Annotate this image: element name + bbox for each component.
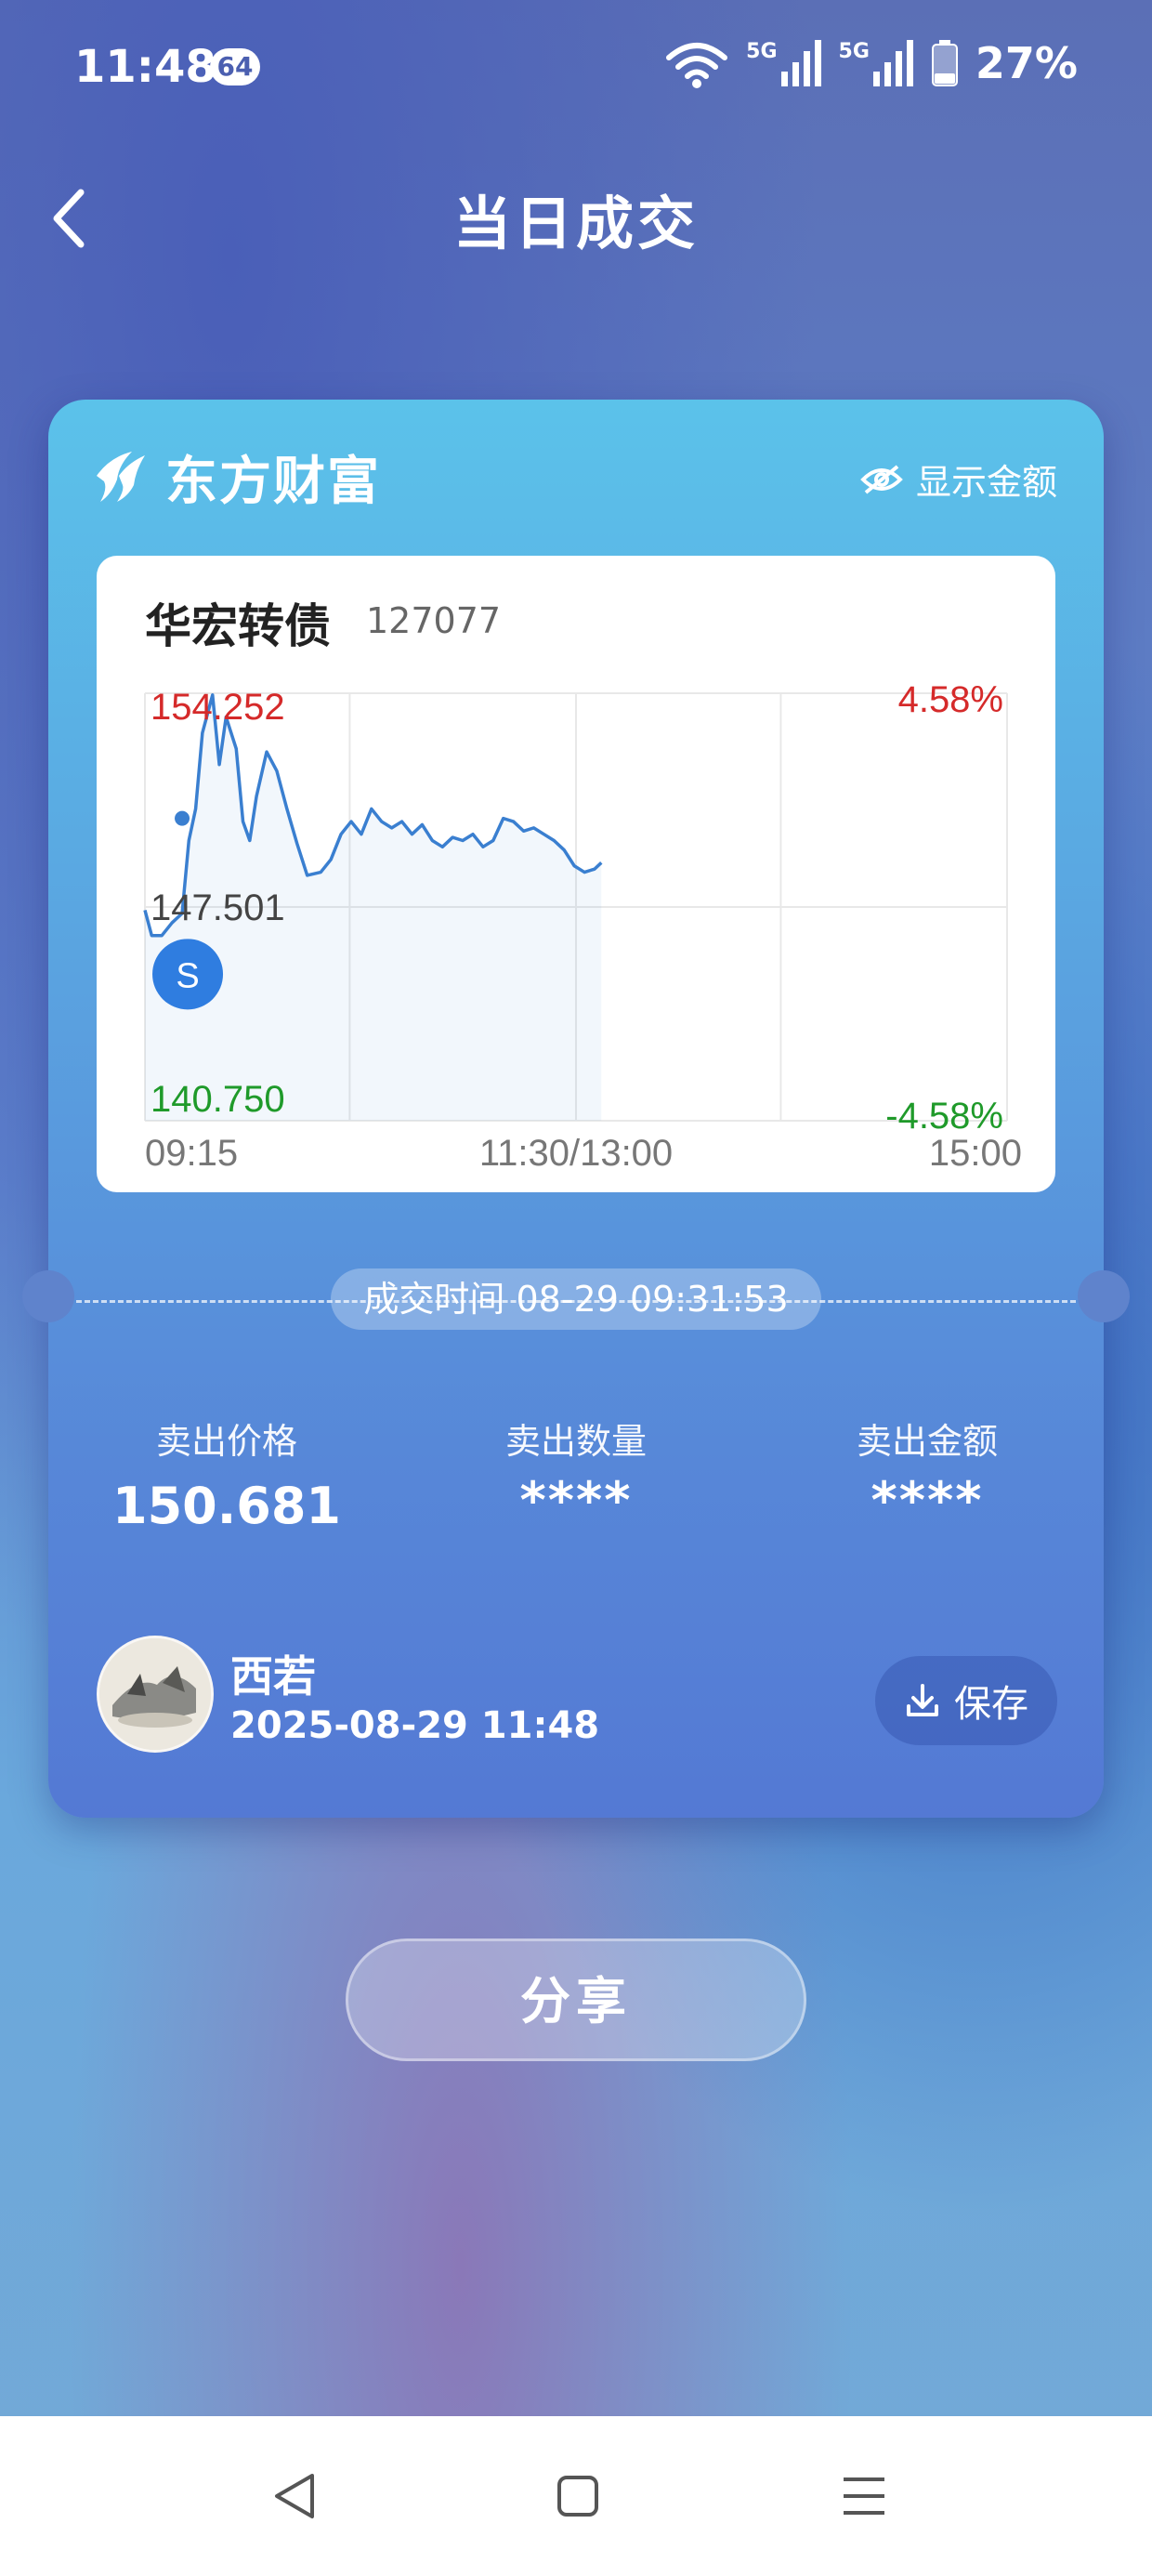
metric-sell-quantity: 卖出数量 **** (437, 1413, 715, 1530)
price-point (175, 810, 190, 826)
card-notch-left (22, 1270, 74, 1322)
menu-lines-icon[interactable] (836, 2468, 892, 2524)
user-datetime: 2025-08-29 11:48 (230, 1704, 600, 1747)
metric-value: **** (519, 1471, 633, 1530)
metric-sell-price: 卖出价格 150.681 (87, 1413, 366, 1535)
status-icons: 5G 5G 27% (664, 37, 1078, 89)
system-nav-bar (0, 2416, 1152, 2576)
signal-1-label: 5G (746, 40, 778, 63)
signal-2: 5G (839, 40, 914, 86)
metric-sell-amount: 卖出金额 **** (788, 1413, 1067, 1530)
metric-label: 卖出数量 (504, 1421, 647, 1462)
y-max-label: 154.252 (151, 687, 285, 728)
x-tick-label: 11:30/13:00 (479, 1133, 673, 1174)
brand-name: 东方财富 (165, 451, 381, 512)
back-triangle-icon[interactable] (268, 2468, 323, 2524)
intraday-chart: 154.252 147.501 140.750 4.58% -4.58% 09:15 11:… (143, 679, 1022, 1174)
pct-min-label: -4.58% (885, 1096, 1003, 1137)
page-title: 当日成交 (452, 190, 699, 257)
brand: 东方财富 (91, 444, 381, 512)
download-icon (907, 1684, 938, 1716)
signal-bars-icon (872, 40, 913, 86)
x-tick-label: 09:15 (145, 1133, 238, 1174)
chart-panel: 华宏转债 127077 154.252 147.501 140.750 4.58% -4… (97, 556, 1055, 1192)
signal-1: 5G (746, 40, 821, 86)
show-amount-button[interactable]: 显示金额 (860, 453, 1057, 505)
wifi-icon (666, 43, 728, 88)
pct-max-label: 4.58% (898, 679, 1003, 720)
sell-marker-label: S (176, 956, 199, 995)
y-min-label: 140.750 (151, 1079, 285, 1120)
eye-off-icon (860, 464, 903, 494)
x-tick-label: 15:00 (929, 1133, 1022, 1174)
share-button[interactable]: 分享 (346, 1939, 806, 2061)
save-label: 保存 (954, 1683, 1028, 1726)
y-mid-label: 147.501 (151, 887, 285, 928)
save-button[interactable]: 保存 (875, 1656, 1057, 1745)
metric-label: 卖出金额 (856, 1421, 998, 1462)
eastmoney-logo-icon (97, 452, 145, 502)
trade-card: 东方财富 显示金额 华宏转债 127077 154.252 147.501 140.… (48, 400, 1104, 1818)
avatar-image (99, 1638, 211, 1750)
trade-time-pill: 成交时间 08-29 09:31:53 (331, 1268, 821, 1330)
battery-icon (931, 40, 958, 86)
card-notch-right (1078, 1270, 1130, 1322)
trade-time-divider: 成交时间 08-29 09:31:53 (48, 1268, 1104, 1334)
metric-value: **** (871, 1471, 984, 1530)
status-time: 11:48 (74, 41, 216, 93)
show-amount-label: 显示金额 (915, 462, 1057, 503)
top-navbar: 当日成交 (0, 167, 1152, 269)
status-bar: 11:48 64 5G 5G 27% (0, 0, 1152, 139)
metric-value: 150.681 (112, 1477, 341, 1535)
home-square-icon[interactable] (550, 2468, 606, 2524)
status-badge: 64 (210, 48, 260, 85)
signal-bars-icon (780, 40, 821, 86)
metric-label: 卖出价格 (155, 1421, 297, 1462)
avatar[interactable] (97, 1636, 214, 1753)
battery-percent: 27% (975, 38, 1078, 88)
signal-2-label: 5G (838, 40, 870, 63)
user-name: 西若 (230, 1651, 316, 1702)
